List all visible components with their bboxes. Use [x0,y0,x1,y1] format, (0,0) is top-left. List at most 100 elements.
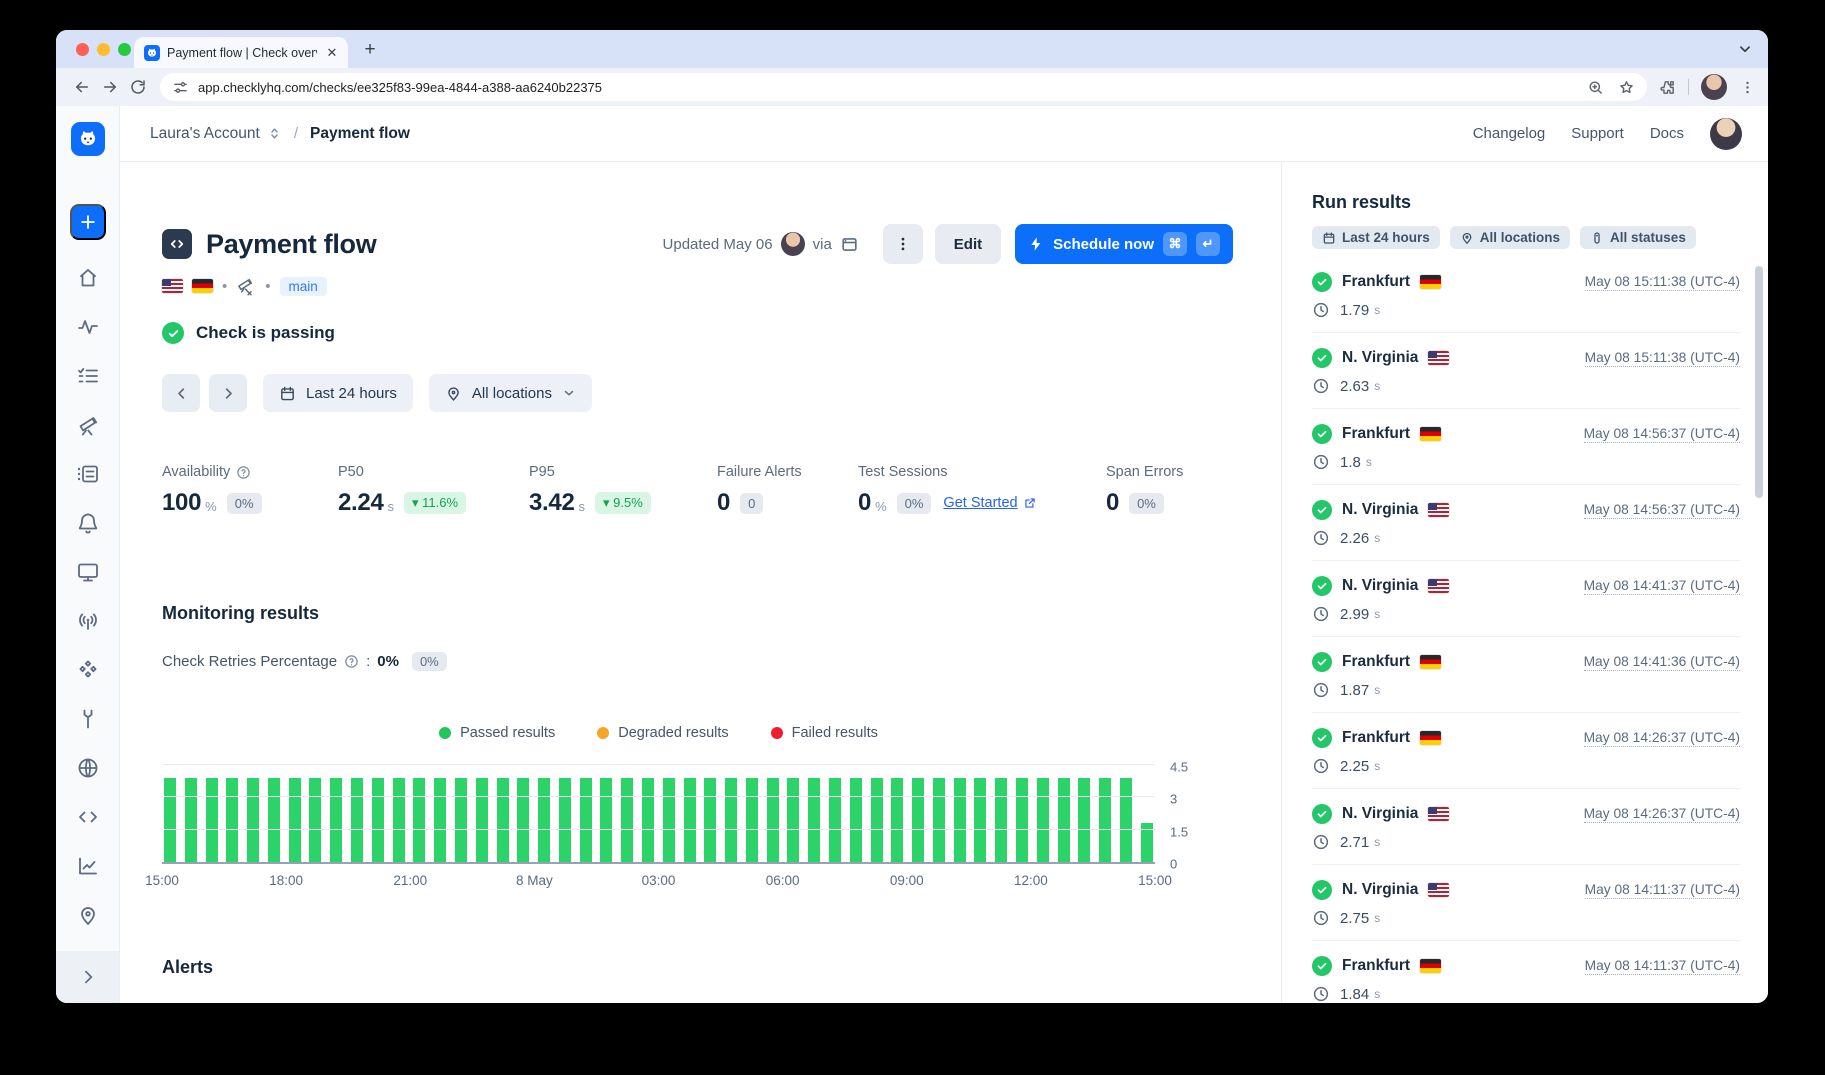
sidebar-item-bell[interactable] [76,511,100,535]
tab-close-icon[interactable]: ✕ [324,45,340,61]
run-result-row[interactable]: N. Virginia May 08 14:41:37 (UTC-4) 2.99… [1312,561,1740,637]
sidebar-item-checklist[interactable] [76,364,100,388]
sidebar-item-telescope[interactable] [76,413,100,437]
runs-locations-chip[interactable]: All locations [1450,226,1570,249]
account-switcher[interactable]: Laura's Account [150,125,260,143]
passed-result-bar[interactable] [517,778,529,862]
runs-statuses-chip[interactable]: All statuses [1580,226,1696,249]
passed-result-bar[interactable] [871,778,883,862]
passed-result-bar[interactable] [268,778,280,862]
get-started-link[interactable]: Get Started [943,495,1036,511]
run-result-row[interactable]: N. Virginia May 08 14:26:37 (UTC-4) 2.71… [1312,789,1740,865]
sidebar-item-home[interactable] [76,266,100,290]
passed-result-bar[interactable] [497,778,509,862]
run-result-row[interactable]: N. Virginia May 08 14:56:37 (UTC-4) 2.26… [1312,485,1740,561]
sidebar-item-code[interactable] [76,805,100,829]
passed-result-bar[interactable] [787,778,799,862]
passed-result-bar[interactable] [372,778,384,862]
passed-result-bar[interactable] [559,778,571,862]
passed-result-bar[interactable] [1120,778,1132,862]
sidebar-item-monitor[interactable] [76,560,100,584]
passed-result-bar[interactable] [289,778,301,862]
chart-plot-area[interactable]: 01.534.5 [162,767,1155,864]
passed-result-bar[interactable] [933,778,945,862]
run-result-row[interactable]: Frankfurt May 08 14:56:37 (UTC-4) 1.8 s [1312,409,1740,485]
passed-result-bar[interactable] [247,778,259,862]
passed-result-bar[interactable] [725,778,737,862]
passed-result-bar[interactable] [309,778,321,862]
tab-search-chevron-icon[interactable] [1736,40,1754,58]
passed-result-bar[interactable] [330,778,342,862]
more-actions-button[interactable] [883,224,923,264]
sidebar-item-map-pin[interactable] [76,903,100,927]
passed-result-bar[interactable] [580,778,592,862]
runs-time-range-chip[interactable]: Last 24 hours [1312,226,1440,249]
passed-result-bar[interactable] [808,778,820,862]
passed-result-bar[interactable] [476,778,488,862]
time-range-filter[interactable]: Last 24 hours [263,374,413,412]
sidebar-item-diamonds[interactable] [76,658,100,682]
passed-result-bar[interactable] [455,778,467,862]
url-text[interactable]: app.checklyhq.com/checks/ee325f83-99ea-4… [198,80,1578,95]
close-window-button[interactable] [76,43,89,56]
browser-profile-avatar[interactable] [1701,74,1727,100]
passed-result-bar[interactable] [1058,778,1070,862]
run-result-row[interactable]: N. Virginia May 08 14:11:37 (UTC-4) 2.75… [1312,865,1740,941]
help-icon[interactable] [236,465,251,480]
passed-result-bar[interactable] [351,778,363,862]
passed-result-bar[interactable] [1078,778,1090,862]
panel-scrollbar[interactable] [1755,266,1763,498]
passed-result-bar[interactable] [954,778,966,862]
run-timestamp-link[interactable]: May 08 14:56:37 (UTC-4) [1584,426,1740,443]
run-timestamp-link[interactable]: May 08 14:11:37 (UTC-4) [1585,882,1740,899]
passed-result-bar[interactable] [891,778,903,862]
create-new-button[interactable] [70,204,106,240]
back-icon[interactable] [68,73,96,101]
locations-filter[interactable]: All locations [429,374,592,412]
nav-changelog[interactable]: Changelog [1473,125,1546,142]
sidebar-item-chart[interactable] [76,854,100,878]
passed-result-bar[interactable] [185,778,197,862]
site-settings-icon[interactable] [172,79,189,96]
passed-result-bar[interactable] [850,778,862,862]
passed-result-bar[interactable] [684,778,696,862]
passed-result-bar[interactable] [413,778,425,862]
nav-docs[interactable]: Docs [1650,125,1684,142]
passed-result-bar[interactable] [642,778,654,862]
help-icon[interactable] [344,654,359,669]
passed-result-bar[interactable] [829,778,841,862]
passed-result-bar[interactable] [1037,778,1049,862]
run-timestamp-link[interactable]: May 08 14:26:37 (UTC-4) [1584,806,1740,823]
passed-result-bar[interactable] [164,778,176,862]
zoom-icon[interactable] [1587,79,1604,96]
sidebar-item-antenna[interactable] [76,609,100,633]
run-timestamp-link[interactable]: May 08 15:11:38 (UTC-4) [1585,274,1740,291]
passed-result-bar[interactable] [663,778,675,862]
browser-tab[interactable]: Payment flow | Check overvie ✕ [134,37,348,68]
passed-result-bar[interactable] [1099,778,1111,862]
run-result-row[interactable]: Frankfurt May 08 14:11:37 (UTC-4) 1.84 s [1312,941,1740,1003]
next-period-button[interactable] [209,374,247,412]
run-timestamp-link[interactable]: May 08 14:11:37 (UTC-4) [1585,958,1740,975]
address-bar[interactable]: app.checklyhq.com/checks/ee325f83-99ea-4… [160,73,1647,101]
run-result-row[interactable]: Frankfurt May 08 15:11:38 (UTC-4) 1.79 s [1312,257,1740,333]
forward-icon[interactable] [96,73,124,101]
bookmark-star-icon[interactable] [1618,79,1635,96]
schedule-now-button[interactable]: Schedule now ⌘ ↵ [1015,224,1233,264]
prev-period-button[interactable] [162,374,200,412]
checkly-logo[interactable] [71,122,105,156]
passed-result-bar[interactable] [746,778,758,862]
passed-result-bar[interactable] [393,778,405,862]
passed-result-bar[interactable] [912,778,924,862]
run-timestamp-link[interactable]: May 08 14:41:37 (UTC-4) [1584,578,1740,595]
passed-result-bar[interactable] [621,778,633,862]
run-timestamp-link[interactable]: May 08 14:26:37 (UTC-4) [1584,730,1740,747]
run-result-row[interactable]: Frankfurt May 08 14:26:37 (UTC-4) 2.25 s [1312,713,1740,789]
run-timestamp-link[interactable]: May 08 14:56:37 (UTC-4) [1584,502,1740,519]
passed-result-bar[interactable] [538,778,550,862]
edit-button[interactable]: Edit [935,224,1001,264]
sidebar-item-wrench[interactable] [76,707,100,731]
minimize-window-button[interactable] [97,43,110,56]
run-result-row[interactable]: N. Virginia May 08 15:11:38 (UTC-4) 2.63… [1312,333,1740,409]
sidebar-item-globe[interactable] [76,756,100,780]
